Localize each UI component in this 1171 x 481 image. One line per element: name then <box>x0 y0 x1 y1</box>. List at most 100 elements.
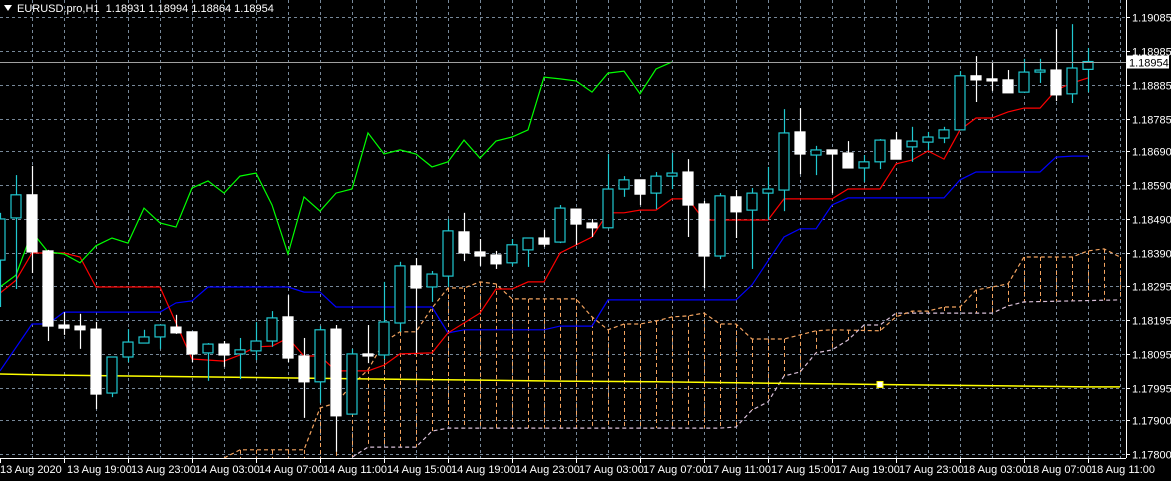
header-close: 1.18954 <box>234 3 274 15</box>
candle-body <box>266 317 278 342</box>
dropdown-triangle-icon[interactable] <box>4 5 12 11</box>
candle-bull <box>666 153 678 190</box>
candle-bear <box>570 208 582 245</box>
candle-body <box>762 188 774 194</box>
candle-bull <box>810 145 822 176</box>
candle-bear <box>74 313 86 349</box>
candle-body <box>426 273 438 288</box>
candle-bear <box>538 229 550 247</box>
axes: 1.190851.189851.188851.187851.186901.185… <box>0 0 1171 476</box>
candle-body <box>90 328 102 395</box>
current-price-label: 1.18954 <box>1129 58 1169 70</box>
candle-body <box>954 75 966 131</box>
candle-bull <box>234 337 246 380</box>
candle-bull <box>602 154 614 229</box>
candle-body <box>1002 79 1014 94</box>
time-tick-label: 17 Aug 03:00 <box>579 464 644 476</box>
candle-body <box>410 265 422 289</box>
price-tick-label: 1.18690 <box>1132 147 1171 159</box>
candle-body <box>746 192 758 211</box>
candle-body <box>74 325 86 331</box>
symbol-label: EURUSD.pro,H1 <box>17 3 100 15</box>
candle-bear <box>826 149 838 194</box>
candle-body <box>634 179 646 195</box>
time-tick-label: 17 Aug 11:00 <box>707 464 771 476</box>
candle-bull <box>394 261 406 332</box>
candle-bear <box>842 141 854 169</box>
candle-bull <box>122 329 134 363</box>
candle-body <box>202 343 214 354</box>
time-tick-label: 18 Aug 07:00 <box>1027 464 1092 476</box>
time-tick-label: 13 Aug 19:00 <box>67 464 132 476</box>
candle-body <box>458 231 470 254</box>
time-tick-label: 13 Aug 2020 <box>0 464 62 476</box>
candle-bull <box>106 356 118 398</box>
candle-bull <box>138 329 150 344</box>
candle-body <box>842 152 854 169</box>
candle-body <box>698 203 710 257</box>
candle-bear <box>682 159 694 237</box>
candle-body <box>586 222 598 229</box>
candle-bear <box>586 218 598 237</box>
candle-body <box>362 353 374 357</box>
candle-body <box>570 208 582 225</box>
candle-body <box>138 336 150 344</box>
candle-body <box>378 321 390 356</box>
price-tick-label: 1.18295 <box>1132 282 1171 294</box>
candle-bear <box>458 212 470 262</box>
candle-body <box>330 328 342 417</box>
candle-bear <box>634 179 646 206</box>
candle-body <box>42 250 54 327</box>
candle-body <box>874 139 886 163</box>
candle-bull <box>906 126 918 162</box>
candle-bear <box>698 200 710 288</box>
candle-body <box>682 171 694 206</box>
time-tick-label: 17 Aug 23:00 <box>899 464 964 476</box>
candle-body <box>810 149 822 156</box>
candle-bull <box>858 155 870 182</box>
time-tick-label: 14 Aug 19:00 <box>451 464 516 476</box>
candle-body <box>234 349 246 355</box>
candle-bull <box>266 311 278 347</box>
candle-bull <box>442 218 454 287</box>
price-tick-label: 1.18095 <box>1132 350 1171 362</box>
candle-body <box>10 194 22 219</box>
candle-bear <box>186 331 198 363</box>
candle-bull <box>202 343 214 381</box>
candle-body <box>522 237 534 251</box>
candle-body <box>106 356 118 394</box>
candle-bull <box>1018 58 1030 93</box>
candle-body <box>794 131 806 155</box>
candle-body <box>714 195 726 257</box>
time-tick-label: 14 Aug 07:00 <box>259 464 324 476</box>
candle-body <box>1050 69 1062 96</box>
candle-body <box>26 194 38 253</box>
candle-body <box>938 129 950 139</box>
candle-bull <box>778 109 790 212</box>
candle-bull <box>426 270 438 302</box>
candle-bull <box>922 131 934 150</box>
candle-bull <box>954 71 966 131</box>
candle-bear <box>410 258 422 353</box>
candle-bear <box>362 325 374 364</box>
candle-body <box>554 207 566 243</box>
time-tick-label: 14 Aug 23:00 <box>515 464 580 476</box>
price-tick-label: 1.18195 <box>1132 316 1171 328</box>
ma-marker[interactable] <box>876 380 884 388</box>
candle-body <box>394 265 406 324</box>
price-tick-label: 1.17995 <box>1132 384 1171 396</box>
candle-body <box>538 237 550 245</box>
candle-body <box>906 140 918 148</box>
time-tick-label: 18 Aug 03:00 <box>963 464 1028 476</box>
chart-header: EURUSD.pro,H1 1.18931 1.18994 1.18864 1.… <box>4 3 274 15</box>
price-tick-label: 1.18390 <box>1132 249 1171 261</box>
candle-body <box>826 149 838 155</box>
price-tick-label: 1.18785 <box>1132 115 1171 127</box>
price-tick-label: 1.18490 <box>1132 215 1171 227</box>
candle-bull <box>554 205 566 244</box>
price-chart[interactable]: 1.190851.189851.188851.187851.186901.185… <box>0 0 1171 481</box>
candle-body <box>0 218 6 261</box>
candle-body <box>778 132 790 191</box>
candle-body <box>986 78 998 82</box>
time-tick-label: 14 Aug 15:00 <box>387 464 452 476</box>
